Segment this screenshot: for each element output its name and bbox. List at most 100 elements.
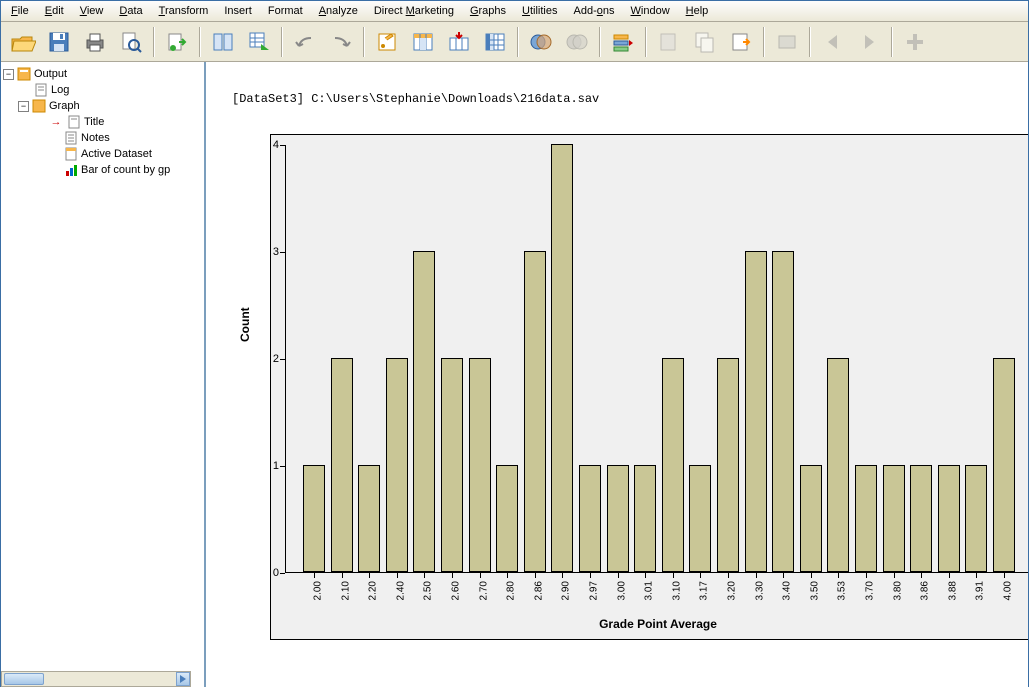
insert-cases-button[interactable] bbox=[441, 25, 477, 59]
x-tick-label: 2.70 bbox=[478, 581, 489, 600]
print-button[interactable] bbox=[77, 25, 113, 59]
select-last-output-button[interactable] bbox=[523, 25, 559, 59]
x-tick bbox=[507, 573, 508, 578]
x-tick bbox=[949, 573, 950, 578]
variables-button[interactable] bbox=[769, 25, 805, 59]
chart-bar bbox=[579, 465, 601, 572]
menu-format[interactable]: Format bbox=[262, 3, 309, 19]
y-tick-label: 2 bbox=[259, 353, 279, 365]
tree-bar-chart[interactable]: Bar of count by gp bbox=[3, 162, 202, 178]
x-tick-label: 3.80 bbox=[892, 581, 903, 600]
x-tick bbox=[921, 573, 922, 578]
x-tick bbox=[562, 573, 563, 578]
log-icon bbox=[33, 82, 49, 98]
chart-bar bbox=[303, 465, 325, 572]
menu-edit[interactable]: Edit bbox=[39, 3, 70, 19]
show-hide-button[interactable] bbox=[605, 25, 641, 59]
menu-help[interactable]: Help bbox=[680, 3, 715, 19]
nav-horizontal-scrollbar[interactable] bbox=[1, 671, 191, 687]
chart-bar bbox=[717, 358, 739, 572]
y-tick bbox=[280, 466, 285, 467]
paste-button[interactable] bbox=[723, 25, 759, 59]
tree-graph[interactable]: − Graph bbox=[3, 98, 202, 114]
menu-view[interactable]: View bbox=[74, 3, 110, 19]
tree-log[interactable]: Log bbox=[3, 82, 202, 98]
tree-label: Notes bbox=[81, 132, 110, 144]
x-tick-label: 2.40 bbox=[395, 581, 406, 600]
collapse-icon[interactable]: − bbox=[3, 69, 14, 80]
go-to-case-button[interactable] bbox=[369, 25, 405, 59]
chart-frame[interactable]: Grade Point Average 012342.002.102.202.4… bbox=[270, 134, 1028, 640]
x-tick-label: 2.00 bbox=[313, 581, 324, 600]
x-tick-label: 3.20 bbox=[727, 581, 738, 600]
x-tick bbox=[783, 573, 784, 578]
insert-variable-button[interactable] bbox=[477, 25, 513, 59]
y-tick-label: 0 bbox=[259, 567, 279, 579]
save-button[interactable] bbox=[41, 25, 77, 59]
x-tick-label: 3.17 bbox=[699, 581, 710, 600]
menu-window[interactable]: Window bbox=[625, 3, 676, 19]
tree-output[interactable]: − Output bbox=[3, 66, 202, 82]
copy-button[interactable] bbox=[687, 25, 723, 59]
y-axis-title: Count bbox=[238, 307, 252, 342]
tree-label: Log bbox=[51, 84, 69, 96]
chart-bar bbox=[413, 251, 435, 572]
x-tick-label: 3.50 bbox=[809, 581, 820, 600]
tree-label: Bar of count by gp bbox=[81, 164, 170, 176]
menu-transform[interactable]: Transform bbox=[153, 3, 215, 19]
y-tick bbox=[280, 359, 285, 360]
print-preview-button[interactable] bbox=[113, 25, 149, 59]
chart-bar bbox=[441, 358, 463, 572]
title-icon bbox=[66, 114, 82, 130]
chart-bar bbox=[883, 465, 905, 572]
tree-title[interactable]: → Title bbox=[3, 114, 202, 130]
export-button[interactable] bbox=[159, 25, 195, 59]
chart-bar bbox=[331, 358, 353, 572]
chart-bar bbox=[689, 465, 711, 572]
x-tick bbox=[976, 573, 977, 578]
menu-file[interactable]: File bbox=[5, 3, 35, 19]
menu-bar: File Edit View Data Transform Insert For… bbox=[1, 1, 1028, 22]
output-tree[interactable]: − Output Log − Graph → Title bbox=[1, 62, 204, 182]
tree-active-dataset[interactable]: Active Dataset bbox=[3, 146, 202, 162]
tree-label: Active Dataset bbox=[81, 148, 152, 160]
x-tick bbox=[728, 573, 729, 578]
x-tick bbox=[894, 573, 895, 578]
menu-addons[interactable]: Add-ons bbox=[568, 3, 621, 19]
collapse-icon[interactable]: − bbox=[18, 101, 29, 112]
menu-insert[interactable]: Insert bbox=[218, 3, 258, 19]
menu-direct-marketing[interactable]: Direct Marketing bbox=[368, 3, 460, 19]
x-tick bbox=[866, 573, 867, 578]
x-axis-title: Grade Point Average bbox=[271, 617, 1028, 631]
x-tick bbox=[1004, 573, 1005, 578]
menu-analyze[interactable]: Analyze bbox=[313, 3, 364, 19]
toolbar bbox=[1, 22, 1028, 62]
go-to-variable-button[interactable] bbox=[405, 25, 441, 59]
recall-dialog-button[interactable] bbox=[205, 25, 241, 59]
go-to-data-button[interactable] bbox=[241, 25, 277, 59]
back-button[interactable] bbox=[815, 25, 851, 59]
output-viewer[interactable]: [DataSet3] C:\Users\Stephanie\Downloads\… bbox=[206, 62, 1028, 687]
x-tick bbox=[645, 573, 646, 578]
tree-notes[interactable]: Notes bbox=[3, 130, 202, 146]
menu-data[interactable]: Data bbox=[113, 3, 148, 19]
x-tick-label: 3.40 bbox=[782, 581, 793, 600]
chart-bar bbox=[938, 465, 960, 572]
x-tick bbox=[535, 573, 536, 578]
redo-button[interactable] bbox=[323, 25, 359, 59]
open-button[interactable] bbox=[5, 25, 41, 59]
x-tick bbox=[673, 573, 674, 578]
menu-utilities[interactable]: Utilities bbox=[516, 3, 563, 19]
select-all-button[interactable] bbox=[559, 25, 595, 59]
scrollbar-thumb[interactable] bbox=[4, 673, 44, 685]
x-tick-label: 3.30 bbox=[754, 581, 765, 600]
add-button[interactable] bbox=[897, 25, 933, 59]
scrollbar-right-button[interactable] bbox=[176, 672, 190, 686]
y-tick-label: 4 bbox=[259, 139, 279, 151]
x-tick-label: 2.80 bbox=[506, 581, 517, 600]
menu-graphs[interactable]: Graphs bbox=[464, 3, 512, 19]
designate-window-button[interactable] bbox=[651, 25, 687, 59]
chart-bar bbox=[827, 358, 849, 572]
undo-button[interactable] bbox=[287, 25, 323, 59]
forward-button[interactable] bbox=[851, 25, 887, 59]
